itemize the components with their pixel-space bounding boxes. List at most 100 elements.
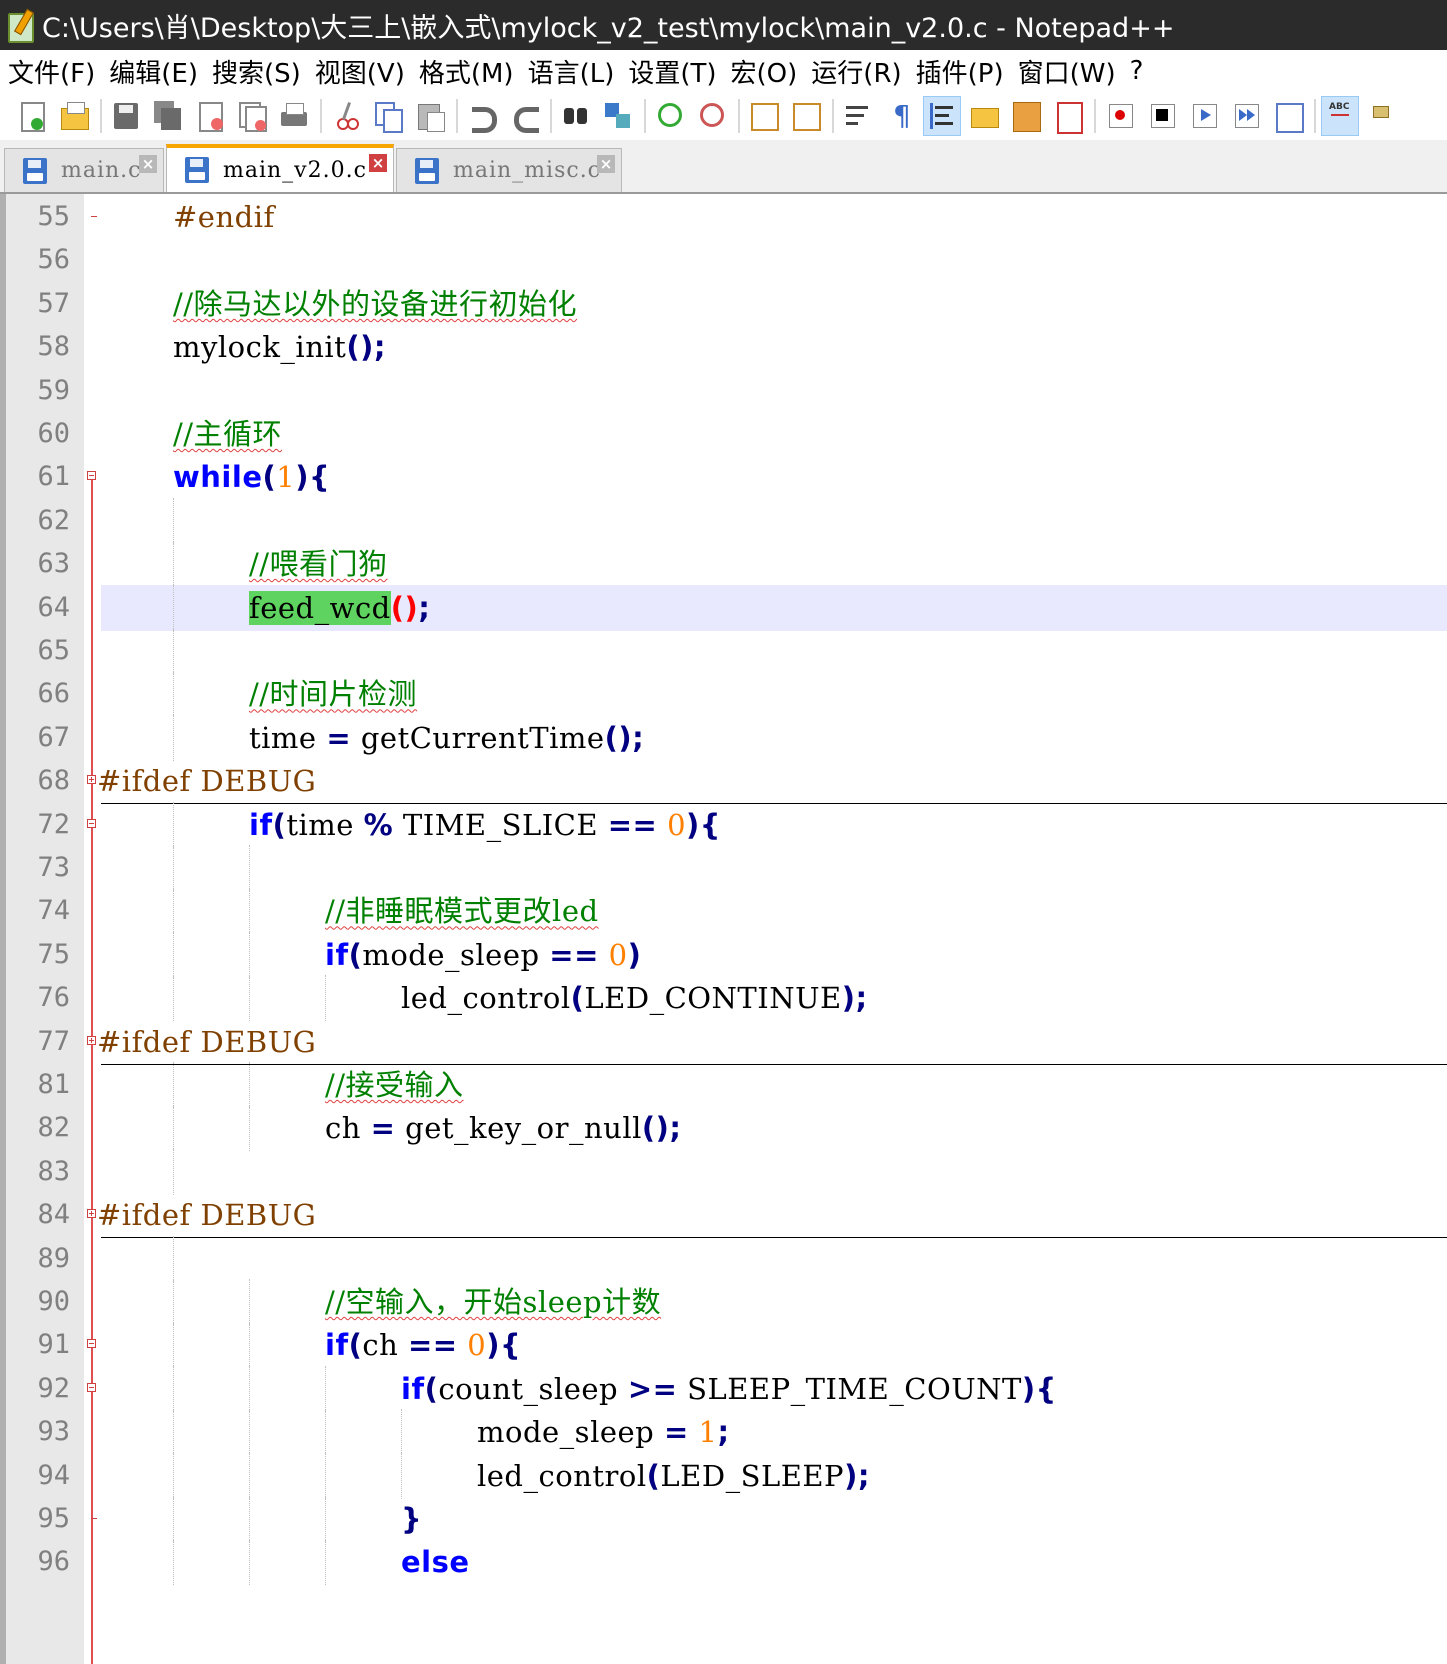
menu-item-7[interactable]: 宏(O) [723,53,804,90]
code-line[interactable]: 81 //接受输入 [0,1062,1447,1108]
show-all-chars-button[interactable]: ¶ [882,97,918,135]
code-line[interactable]: 95} [0,1496,1447,1542]
play-macro-button[interactable] [1186,97,1222,135]
code-line[interactable]: 61 while(1){ [0,454,1447,500]
code-line[interactable]: 65 [0,628,1447,674]
code-line[interactable]: 93 mode_sleep = 1; [0,1409,1447,1456]
spell-options-button[interactable] [1364,97,1400,135]
tab-close-icon[interactable]: × [139,155,157,173]
operator-token: ( [272,807,287,842]
operator-token: } [401,1502,423,1536]
user-define-lang-button[interactable] [966,97,1002,135]
code-editor[interactable]: 55 #endif 56 57 //除马达以外的设备进行初始化 58 mylock_init… [0,194,1447,1664]
code-line[interactable]: 58 mylock_init(); [0,324,1447,370]
code-line[interactable]: 64 feed_wcd(); [0,584,1447,631]
operator-token: ){ [486,1328,522,1363]
code-line[interactable]: 72 if(time % TIME_SLICE == 0){ [0,801,1447,848]
code-line[interactable]: 74 //非睡眠模式更改led [0,888,1447,935]
code-line[interactable]: 83 [0,1148,1447,1195]
fold-collapse-icon[interactable] [87,818,96,828]
line-number: 90 [37,1286,70,1317]
function-list-button[interactable] [1050,97,1086,135]
code-line[interactable]: 60 //主循环 [0,411,1447,457]
replace-button[interactable] [600,97,636,135]
tab-close-icon[interactable]: × [597,155,615,173]
redo-button[interactable] [506,97,542,135]
code-text: //非睡眠模式更改led [325,888,599,934]
code-line[interactable]: 59 [0,368,1447,414]
indent-guide [325,1496,327,1542]
indent-guide [173,541,175,588]
stop-record-button[interactable] [1144,97,1180,135]
code-line[interactable]: 90 //空输入，开始sleep计数 [0,1279,1447,1325]
line-number: 91 [37,1329,70,1361]
code-line[interactable]: 75 if(mode_sleep == 0) [0,931,1447,978]
indent-guide-button[interactable] [923,96,961,136]
new-file-button[interactable] [14,97,50,135]
paste-button[interactable] [412,97,448,135]
code-line[interactable]: 62 [0,497,1447,544]
open-file-button[interactable] [56,97,92,135]
fold-collapse-icon[interactable] [87,471,96,481]
code-line[interactable]: 63 //喂看门狗 [0,541,1447,588]
code-line[interactable]: 76 led_control(LED_CONTINUE); [0,975,1447,1022]
code-line[interactable]: 55 #endif [0,194,1447,240]
code-line[interactable]: 73 [0,845,1447,891]
fold-expand-icon[interactable] [87,775,96,785]
fold-collapse-icon[interactable] [87,1339,96,1349]
preprocessor-token: #ifdef DEBUG [97,1024,317,1059]
window-title: C:\Users\肖\Desktop\大三上\嵌入式\mylock_v2_tes… [42,12,1175,44]
menu-item-9[interactable]: 插件(P) [908,53,1010,90]
code-line[interactable]: 89 [0,1235,1447,1282]
code-line[interactable]: 57 //除马达以外的设备进行初始化 [0,281,1447,327]
menu-item-2[interactable]: 搜索(S) [204,53,307,90]
menu-item-5[interactable]: 语言(L) [520,53,621,90]
tab-close-icon[interactable]: × [369,154,387,172]
undo-button[interactable] [464,97,500,135]
menu-item-6[interactable]: 设置(T) [620,53,722,90]
code-line[interactable]: 82 ch = get_key_or_null(); [0,1105,1447,1152]
find-button[interactable] [558,97,594,135]
save-all-button[interactable] [150,97,186,135]
menu-item-3[interactable]: 视图(V) [307,53,411,90]
menu-item-10[interactable]: 窗口(W) [1010,53,1122,90]
word-wrap-button[interactable] [840,97,876,135]
code-line[interactable]: 91 if(ch == 0){ [0,1322,1447,1369]
close-button[interactable] [192,97,228,135]
zoom-out-button[interactable] [694,97,730,135]
menu-item-0[interactable]: 文件(F) [0,53,101,90]
sync-horizontal-button[interactable] [788,97,824,135]
code-line[interactable]: 67 time = getCurrentTime(); [0,714,1447,761]
sync-vertical-button[interactable] [746,97,782,135]
run-macro-multiple-button[interactable] [1228,97,1264,135]
fold-expand-icon[interactable] [87,1209,96,1219]
cut-button[interactable] [328,97,364,135]
code-line[interactable]: 96 else [0,1539,1447,1586]
record-macro-button[interactable] [1102,97,1138,135]
menu-item-11[interactable]: ? [1122,56,1150,86]
menu-item-4[interactable]: 格式(M) [411,53,520,90]
close-all-button[interactable] [234,97,270,135]
tab-main-v2-0-c[interactable]: main_v2.0.c × [166,144,394,192]
copy-button[interactable] [370,97,406,135]
doc-map-button[interactable] [1008,97,1044,135]
code-line[interactable]: 94 led_control(LED_SLEEP); [0,1452,1447,1499]
code-line[interactable]: 77 #ifdef DEBUG [0,1019,1447,1065]
code-line[interactable]: 92 if(count_sleep >= SLEEP_TIME_COUNT){ [0,1365,1447,1412]
code-text: //空输入，开始sleep计数 [325,1279,661,1325]
spell-check-button[interactable]: ABC [1321,96,1359,136]
code-line[interactable]: 66 //时间片检测 [0,671,1447,718]
fold-collapse-icon[interactable] [87,1382,96,1392]
fold-expand-icon[interactable] [87,1035,96,1045]
menu-item-8[interactable]: 运行(R) [803,53,907,90]
code-line[interactable]: 56 [0,237,1447,283]
save-macro-button[interactable] [1270,97,1306,135]
save-button[interactable] [108,97,144,135]
zoom-in-button[interactable] [652,97,688,135]
code-line[interactable]: 68 #ifdef DEBUG [0,758,1447,805]
print-button[interactable] [276,97,312,135]
code-line[interactable]: 84 #ifdef DEBUG [0,1192,1447,1239]
tab-main-c[interactable]: main.c × [4,148,164,192]
menu-item-1[interactable]: 编辑(E) [101,53,204,90]
tab-main-misc-c[interactable]: main_misc.c × [396,148,622,192]
